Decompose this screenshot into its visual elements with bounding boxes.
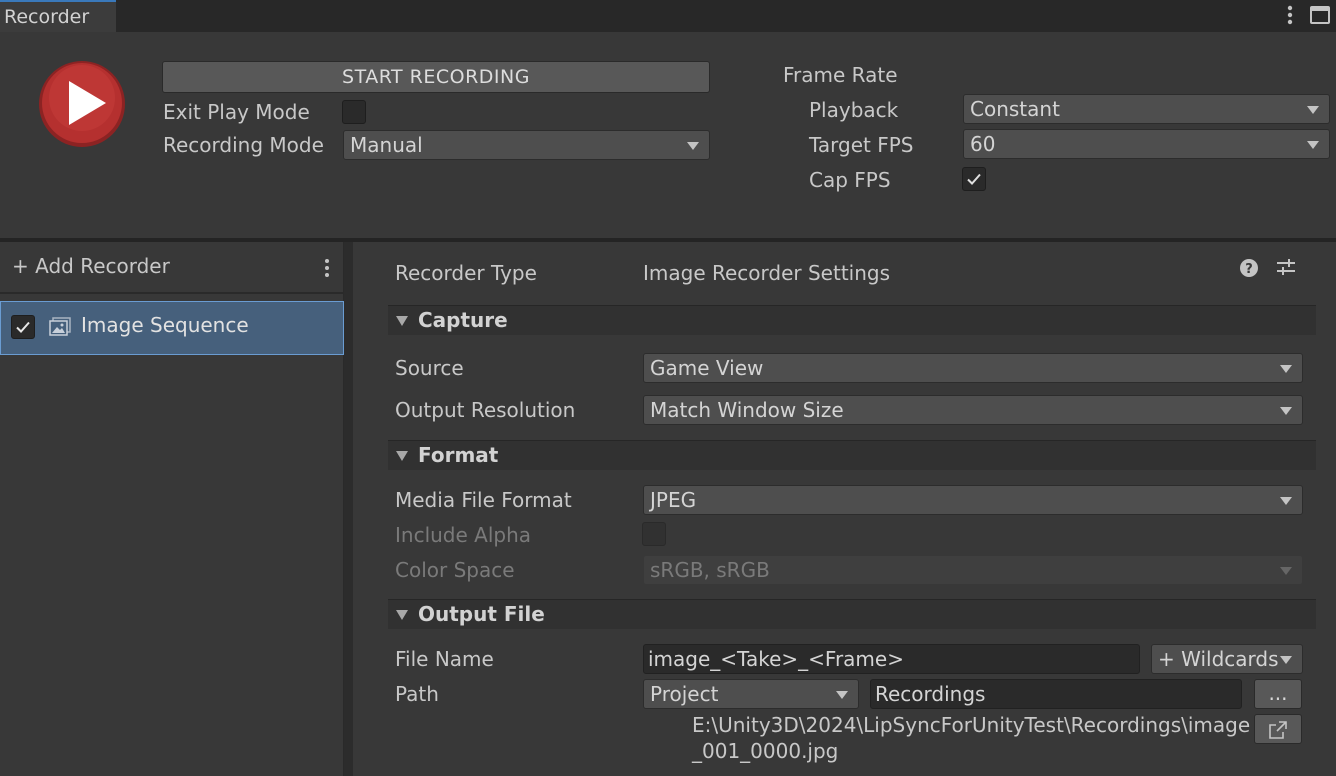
chevron-down-icon: [836, 691, 848, 699]
cap-fps-checkbox[interactable]: [962, 167, 986, 191]
media-file-format-label: Media File Format: [395, 488, 572, 512]
path-folder-input[interactable]: Recordings: [870, 679, 1242, 709]
color-space-label: Color Space: [395, 558, 515, 582]
wildcards-label: + Wildcards: [1158, 647, 1279, 671]
panel-splitter[interactable]: [344, 242, 353, 776]
recorder-type-label: Recorder Type: [395, 261, 537, 285]
foldout-triangle-icon: [396, 451, 408, 461]
maximize-icon[interactable]: [1310, 6, 1330, 24]
output-resolution-label: Output Resolution: [395, 398, 576, 422]
external-link-icon: [1269, 721, 1287, 739]
media-file-format-dropdown[interactable]: JPEG: [643, 485, 1303, 515]
target-fps-label: Target FPS: [809, 133, 914, 157]
resolved-output-path: E:\Unity3D\2024\LipSyncForUnityTest\Reco…: [692, 713, 1251, 763]
recorder-list-panel: + Add Recorder Image Sequence: [0, 242, 344, 776]
recorder-type-value: Image Recorder Settings: [643, 261, 891, 285]
media-file-format-value: JPEG: [650, 488, 697, 512]
checkmark-icon: [16, 321, 30, 333]
source-label: Source: [395, 356, 464, 380]
recorder-enabled-checkbox[interactable]: [11, 315, 35, 339]
recording-controls: START RECORDING Exit Play Mode Recording…: [0, 32, 1336, 238]
recorder-item-label: Image Sequence: [81, 313, 249, 337]
chevron-down-icon: [1280, 567, 1292, 575]
chevron-down-icon: [1307, 141, 1319, 149]
chevron-down-icon: [1280, 656, 1292, 664]
path-root-value: Project: [650, 682, 719, 706]
record-play-button[interactable]: [36, 58, 128, 150]
chevron-down-icon: [1280, 407, 1292, 415]
wildcards-dropdown[interactable]: + Wildcards: [1151, 644, 1303, 674]
path-label: Path: [395, 682, 439, 706]
exit-play-mode-label: Exit Play Mode: [163, 100, 310, 124]
foldout-triangle-icon: [396, 610, 408, 620]
svg-text:?: ?: [1245, 262, 1253, 277]
preset-settings-icon[interactable]: [1275, 256, 1297, 278]
color-space-dropdown: sRGB, sRGB: [643, 555, 1303, 585]
recording-mode-label: Recording Mode: [163, 133, 324, 157]
chevron-down-icon: [1280, 365, 1292, 373]
color-space-value: sRGB, sRGB: [650, 558, 770, 582]
foldout-triangle-icon: [396, 316, 408, 326]
recorder-inspector: Recorder Type Image Recorder Settings ? …: [353, 242, 1336, 776]
window-menu-icon[interactable]: [1282, 4, 1298, 26]
playback-dropdown[interactable]: Constant: [963, 94, 1330, 124]
target-fps-dropdown[interactable]: 60: [963, 129, 1330, 159]
cap-fps-label: Cap FPS: [809, 168, 891, 192]
recorder-list-header: + Add Recorder: [0, 242, 344, 294]
output-resolution-dropdown[interactable]: Match Window Size: [643, 395, 1303, 425]
capture-section-title: Capture: [418, 308, 508, 332]
exit-play-mode-checkbox[interactable]: [342, 100, 366, 124]
playback-label: Playback: [809, 98, 899, 122]
window-tab-bar: Recorder: [0, 0, 1336, 32]
file-name-input[interactable]: image_<Take>_<Frame>: [643, 644, 1140, 674]
target-fps-value: 60: [970, 132, 996, 156]
include-alpha-label: Include Alpha: [395, 523, 532, 547]
browse-button[interactable]: ...: [1254, 679, 1302, 709]
checkmark-icon: [967, 173, 981, 185]
image-icon: [49, 317, 71, 336]
format-section-title: Format: [418, 443, 499, 467]
chevron-down-icon: [1280, 497, 1292, 505]
playback-value: Constant: [970, 97, 1060, 121]
source-value: Game View: [650, 356, 764, 380]
open-folder-button[interactable]: [1254, 714, 1302, 744]
output-resolution-value: Match Window Size: [650, 398, 844, 422]
recorder-list-menu-icon[interactable]: [320, 257, 334, 279]
output-file-section-header[interactable]: Output File: [388, 599, 1316, 629]
frame-rate-label: Frame Rate: [783, 63, 898, 87]
file-name-label: File Name: [395, 647, 494, 671]
chevron-down-icon: [687, 142, 699, 150]
recording-mode-dropdown[interactable]: Manual: [343, 130, 710, 160]
capture-section-header[interactable]: Capture: [388, 305, 1316, 335]
output-file-section-title: Output File: [418, 602, 545, 626]
include-alpha-checkbox: [642, 522, 666, 546]
recording-mode-value: Manual: [350, 133, 423, 157]
recorder-item-image-sequence[interactable]: Image Sequence: [0, 301, 344, 355]
chevron-down-icon: [1307, 106, 1319, 114]
format-section-header[interactable]: Format: [388, 440, 1316, 470]
path-root-dropdown[interactable]: Project: [643, 679, 859, 709]
start-recording-button[interactable]: START RECORDING: [162, 61, 710, 93]
add-recorder-button[interactable]: + Add Recorder: [12, 254, 170, 278]
recorder-tab[interactable]: Recorder: [0, 0, 116, 32]
help-icon[interactable]: ?: [1239, 258, 1259, 278]
source-dropdown[interactable]: Game View: [643, 353, 1303, 383]
